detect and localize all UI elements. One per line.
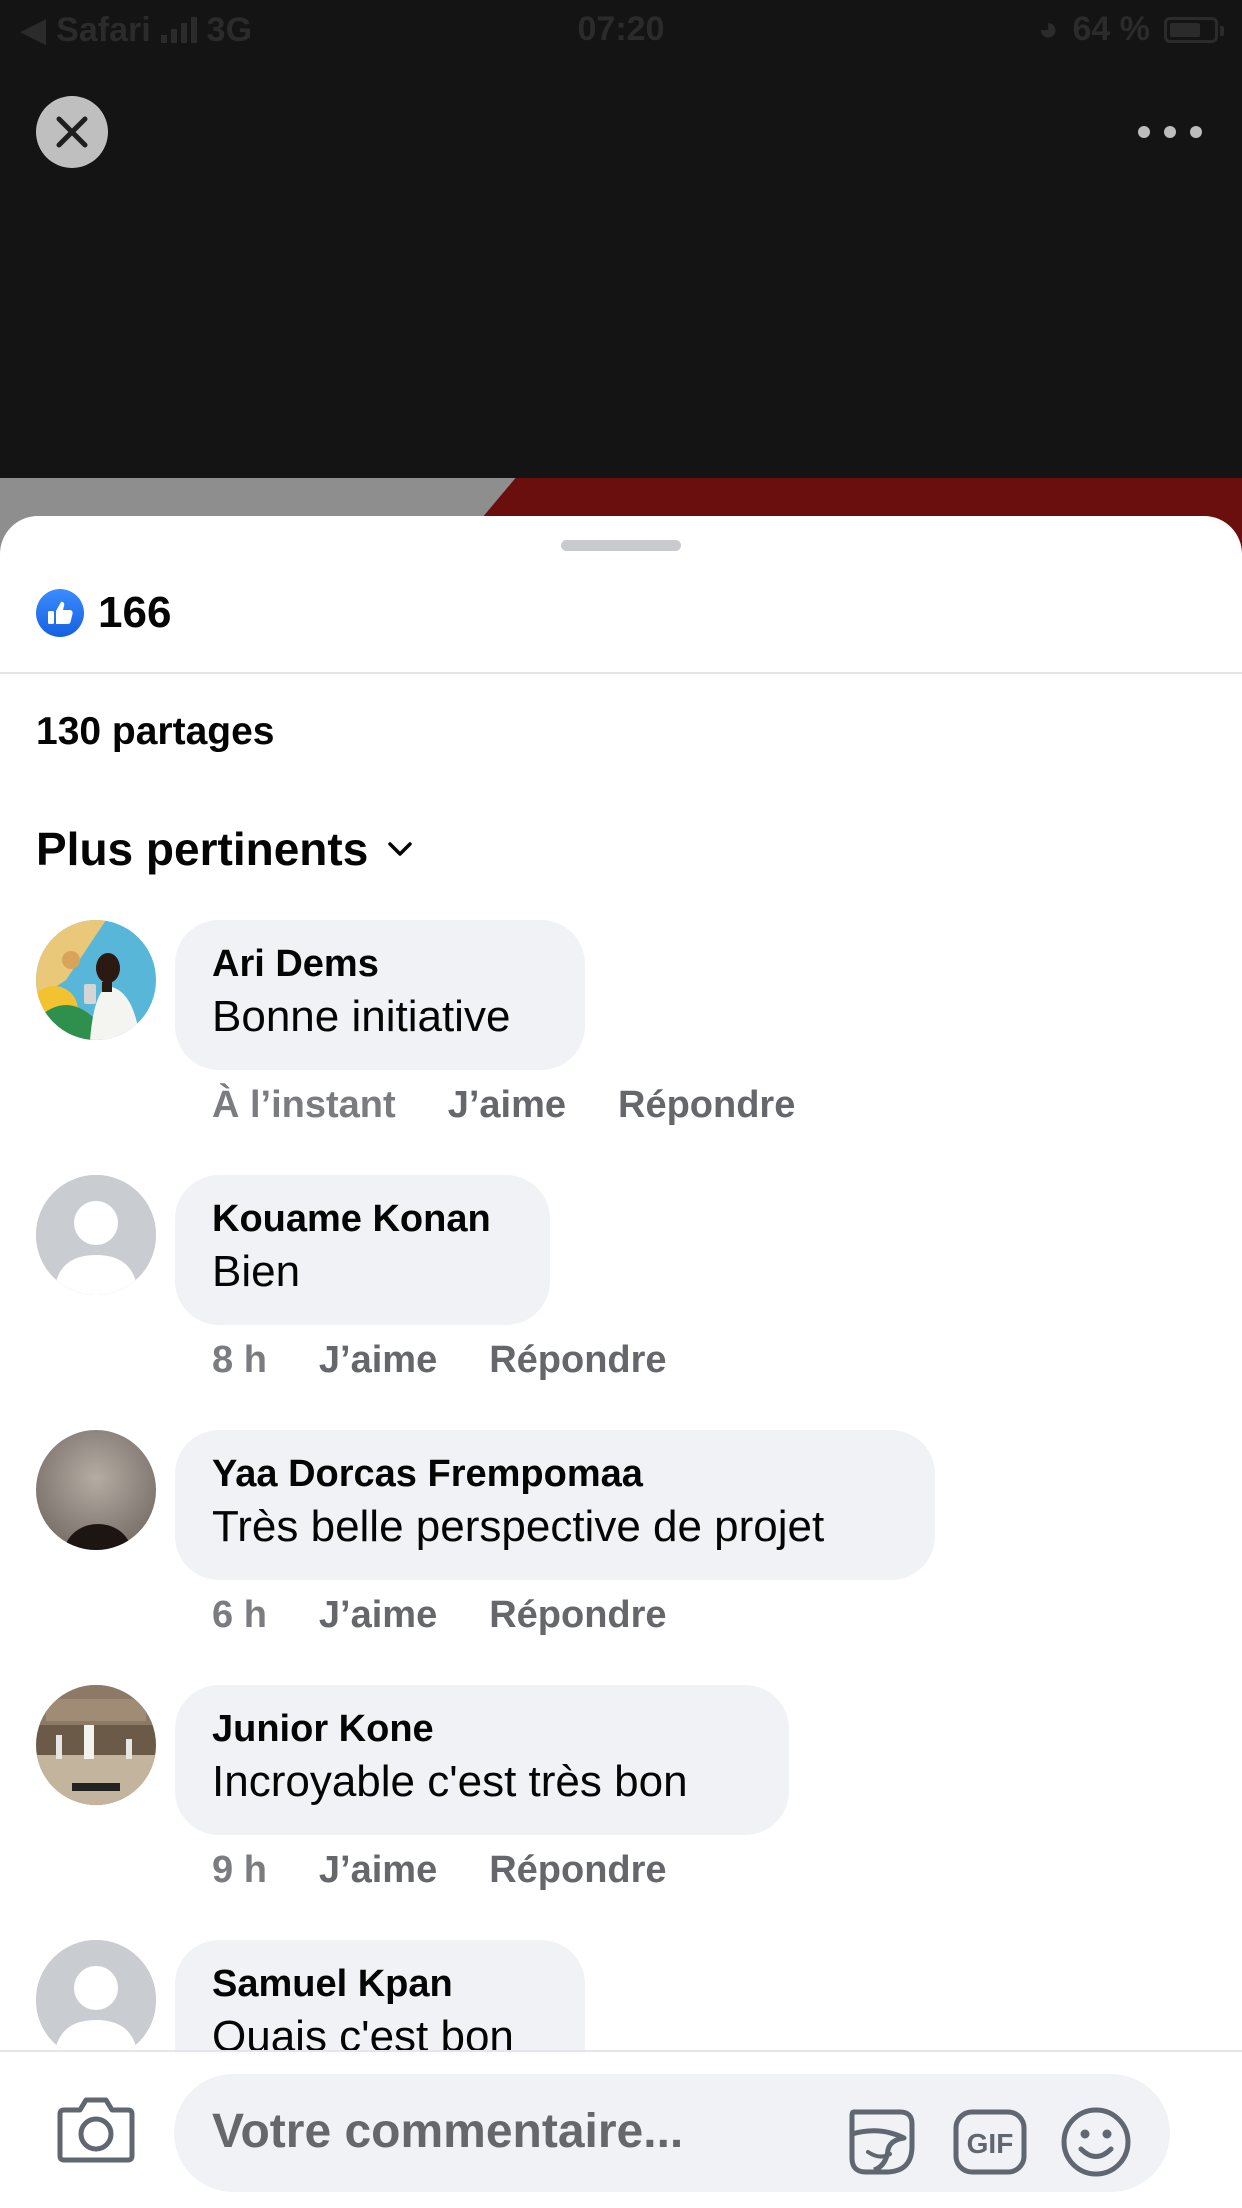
sort-label: Plus pertinents (36, 823, 369, 875)
rotation-lock-icon: ◕ (1037, 10, 1059, 48)
commenter-name[interactable]: Samuel Kpan (212, 1962, 548, 2006)
comment-input[interactable]: Votre commentaire... GIF (174, 2074, 1170, 2192)
sticker-icon[interactable] (844, 2104, 920, 2180)
camera-button[interactable] (56, 2094, 136, 2164)
comment-time: À l’instant (212, 1084, 396, 1126)
default-avatar-icon (36, 1940, 156, 2060)
status-bar: ◀ Safari 3G 07:20 ◕ 64 % (0, 0, 1242, 62)
avatar[interactable] (36, 1940, 156, 2060)
reply-button[interactable]: Répondre (489, 1849, 666, 1892)
commenter-name[interactable]: Ari Dems (212, 942, 548, 986)
comments-sheet: 166 130 partages Plus pertinents Ari Dem (0, 516, 1242, 2208)
photo-viewer: ◀ Safari 3G 07:20 ◕ 64 % (0, 0, 1242, 568)
comment-text: Bien (212, 1247, 301, 1296)
battery-icon (1164, 16, 1224, 43)
like-count: 166 (98, 588, 172, 637)
comment-bubble[interactable]: Kouame Konan Bien (175, 1175, 550, 1325)
more-options-button[interactable] (1138, 114, 1202, 150)
sort-dropdown[interactable]: Plus pertinents (36, 822, 414, 876)
comment-actions: 9 h J’aime Répondre (212, 1849, 667, 1892)
divider (0, 672, 1242, 674)
like-comment-button[interactable]: J’aime (319, 1594, 437, 1637)
battery-percent: 64 % (1072, 10, 1151, 48)
emoji-icon[interactable] (1058, 2104, 1134, 2180)
gif-label: GIF (967, 2128, 1014, 2159)
like-comment-button[interactable]: J’aime (319, 1849, 437, 1892)
avatar[interactable] (36, 920, 156, 1040)
comment-text: Très belle perspective de projet (212, 1502, 825, 1551)
dot-icon (1164, 126, 1176, 138)
profile-photo (36, 1685, 156, 1805)
like-reaction-icon (36, 589, 84, 637)
avatar[interactable] (36, 1175, 156, 1295)
reply-button[interactable]: Répondre (489, 1594, 666, 1637)
comment-time: 6 h (212, 1594, 267, 1636)
comment-text: Incroyable c'est très bon (212, 1757, 688, 1806)
sheet-grabber[interactable] (561, 540, 681, 551)
chevron-down-icon (388, 842, 413, 856)
comment-actions: 6 h J’aime Répondre (212, 1594, 667, 1637)
comment-time: 8 h (212, 1339, 267, 1381)
comment-bubble[interactable]: Yaa Dorcas Frempomaa Très belle perspect… (175, 1430, 935, 1580)
close-icon (56, 116, 88, 148)
commenter-name[interactable]: Junior Kone (212, 1707, 752, 1751)
comment-placeholder: Votre commentaire... (212, 2105, 684, 2158)
reactions-summary[interactable]: 166 (36, 588, 171, 638)
dot-icon (1138, 126, 1150, 138)
comment-time: 9 h (212, 1849, 267, 1891)
gif-button[interactable]: GIF (952, 2104, 1028, 2180)
commenter-name[interactable]: Kouame Konan (212, 1197, 513, 1241)
reply-button[interactable]: Répondre (618, 1084, 795, 1127)
dot-icon (1190, 126, 1202, 138)
comment-bubble[interactable]: Ari Dems Bonne initiative (175, 920, 585, 1070)
like-comment-button[interactable]: J’aime (319, 1339, 437, 1382)
commenter-name[interactable]: Yaa Dorcas Frempomaa (212, 1452, 898, 1496)
profile-photo (36, 1430, 156, 1550)
comment-actions: À l’instant J’aime Répondre (212, 1084, 795, 1127)
status-right: ◕ 64 % (1037, 10, 1224, 49)
reply-button[interactable]: Répondre (489, 1339, 666, 1382)
comment-bubble[interactable]: Junior Kone Incroyable c'est très bon (175, 1685, 789, 1835)
comment-text: Bonne initiative (212, 992, 511, 1041)
close-button[interactable] (36, 96, 108, 168)
shares-count[interactable]: 130 partages (36, 710, 274, 754)
profile-photo (36, 920, 156, 1040)
avatar[interactable] (36, 1685, 156, 1805)
comment-composer: Votre commentaire... GIF (0, 2050, 1242, 2208)
like-comment-button[interactable]: J’aime (448, 1084, 566, 1127)
gif-icon: GIF (953, 2109, 1027, 2175)
default-avatar-icon (36, 1175, 156, 1295)
comment-actions: 8 h J’aime Répondre (212, 1339, 667, 1382)
avatar[interactable] (36, 1430, 156, 1550)
camera-icon (57, 2097, 135, 2163)
